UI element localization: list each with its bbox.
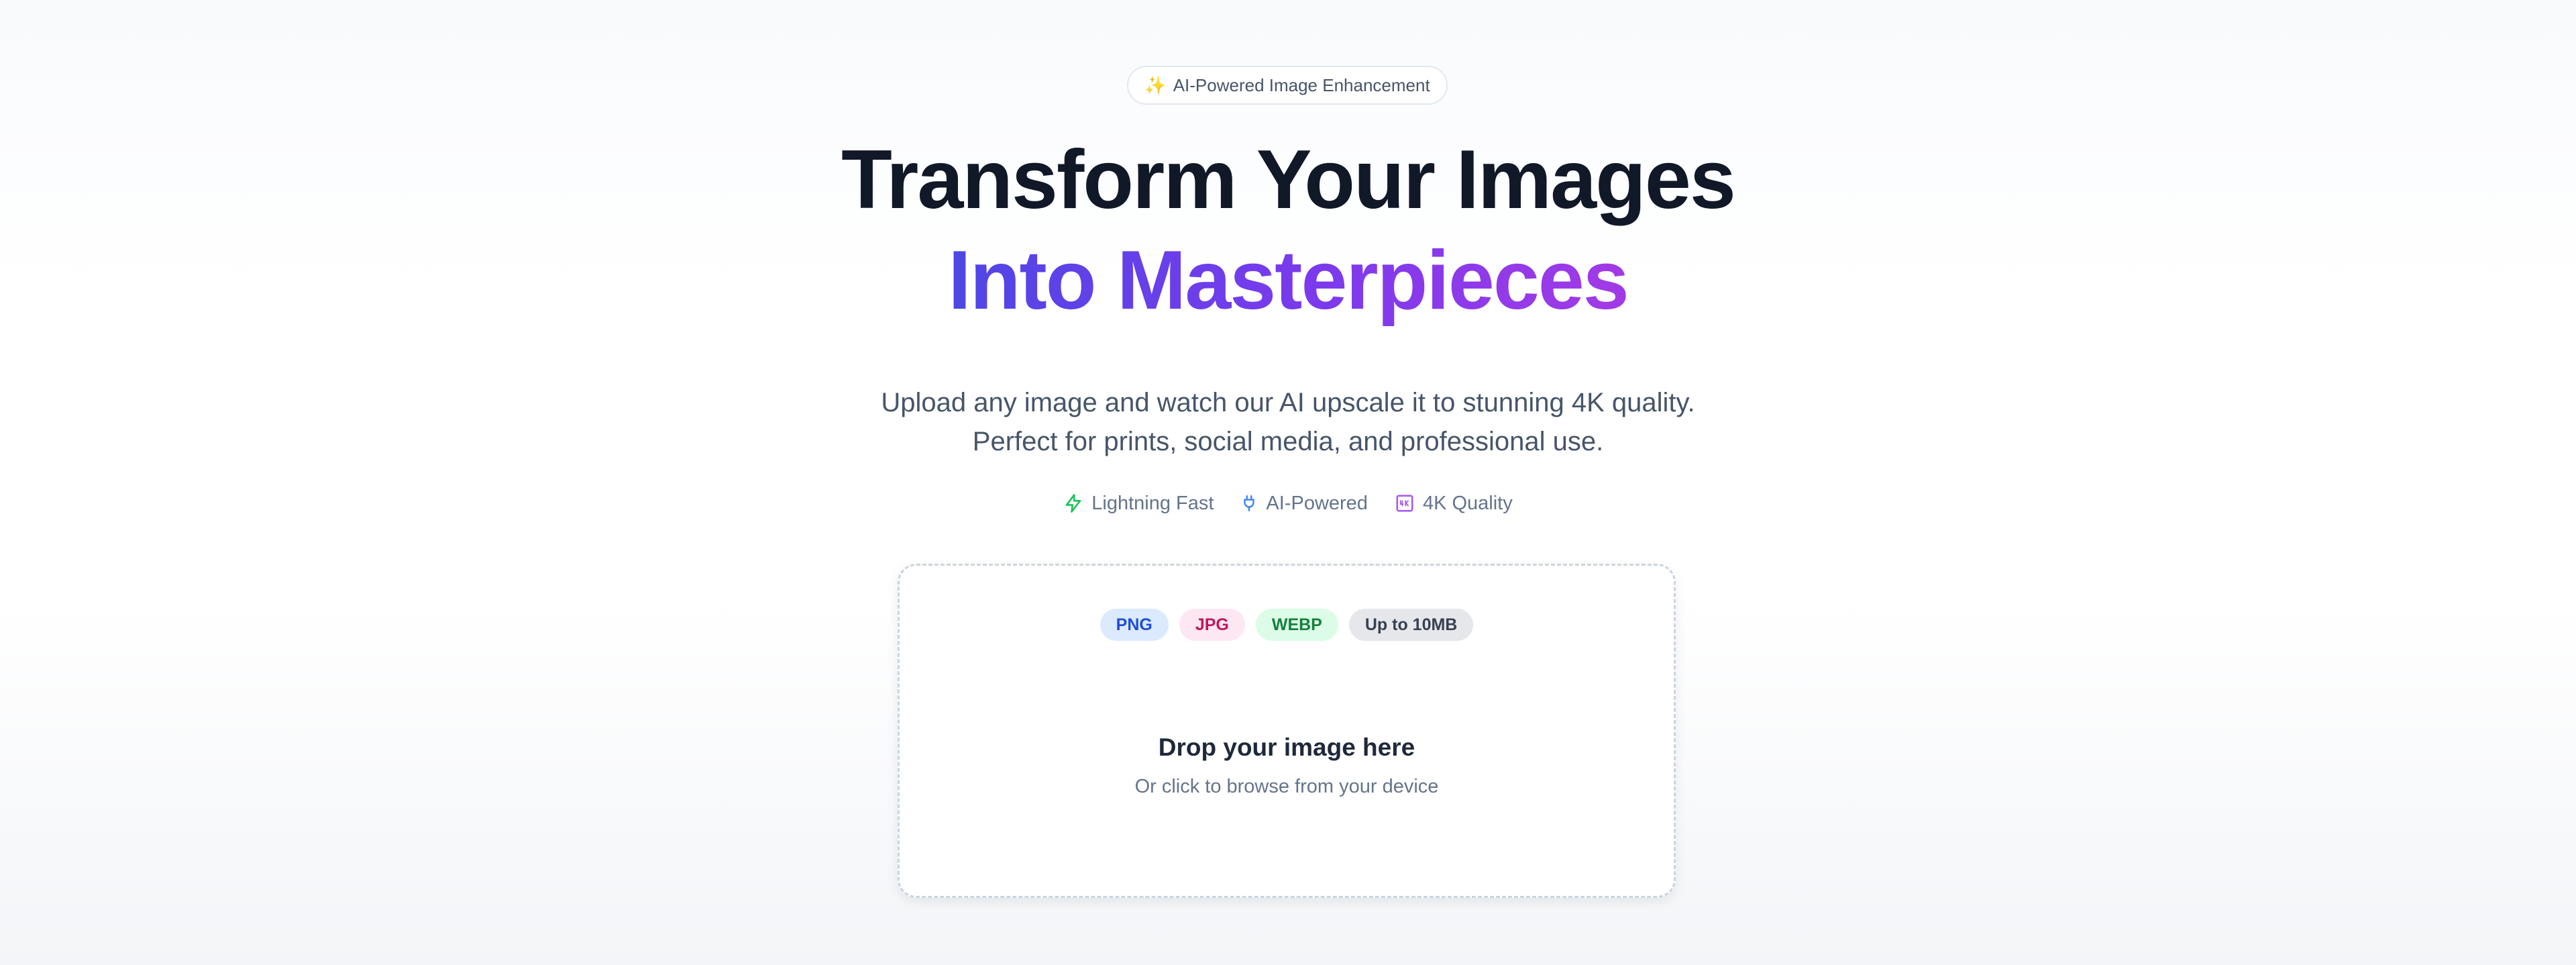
sparkles-icon: ✨ bbox=[1144, 74, 1167, 95]
dropzone-subtitle: Or click to browse from your device bbox=[1134, 776, 1439, 797]
feature-label: Lightning Fast bbox=[1091, 492, 1214, 514]
format-tag-webp: WEBP bbox=[1255, 609, 1338, 641]
feature-lightning-fast: Lightning Fast bbox=[1063, 492, 1214, 515]
lightning-icon bbox=[1063, 492, 1083, 515]
feature-4k-quality: 4K Quality bbox=[1395, 492, 1513, 515]
hero-title-line-2: Into Masterpieces bbox=[0, 239, 2576, 322]
feature-label: AI-Powered bbox=[1266, 492, 1368, 514]
feature-label: 4K Quality bbox=[1422, 492, 1513, 514]
image-dropzone[interactable]: PNG JPG WEBP Up to 10MB Drop your image … bbox=[898, 564, 1676, 898]
4k-icon bbox=[1395, 493, 1415, 513]
format-tag-jpg: JPG bbox=[1179, 609, 1245, 641]
format-tags: PNG JPG WEBP Up to 10MB bbox=[900, 609, 1674, 641]
feature-list: Lightning Fast AI-Powered 4K Quality bbox=[0, 492, 2576, 515]
hero-title-gradient: Into Masterpieces bbox=[948, 234, 1629, 327]
hero-title-line-1: Transform Your Images bbox=[841, 134, 1736, 226]
hero-section: ✨ AI-Powered Image Enhancement Transform… bbox=[0, 0, 2576, 965]
plug-icon bbox=[1240, 492, 1258, 515]
ai-badge: ✨ AI-Powered Image Enhancement bbox=[1127, 66, 1448, 105]
size-limit-tag: Up to 10MB bbox=[1348, 609, 1474, 641]
hero-subtitle-line-2: Perfect for prints, social media, and pr… bbox=[972, 427, 1604, 456]
feature-ai-powered: AI-Powered bbox=[1240, 492, 1368, 515]
dropzone-title: Drop your image here bbox=[1158, 733, 1415, 761]
hero-subtitle-line-1: Upload any image and watch our AI upscal… bbox=[881, 388, 1695, 417]
format-tag-png: PNG bbox=[1099, 609, 1169, 641]
badge-label: AI-Powered Image Enhancement bbox=[1173, 74, 1430, 95]
